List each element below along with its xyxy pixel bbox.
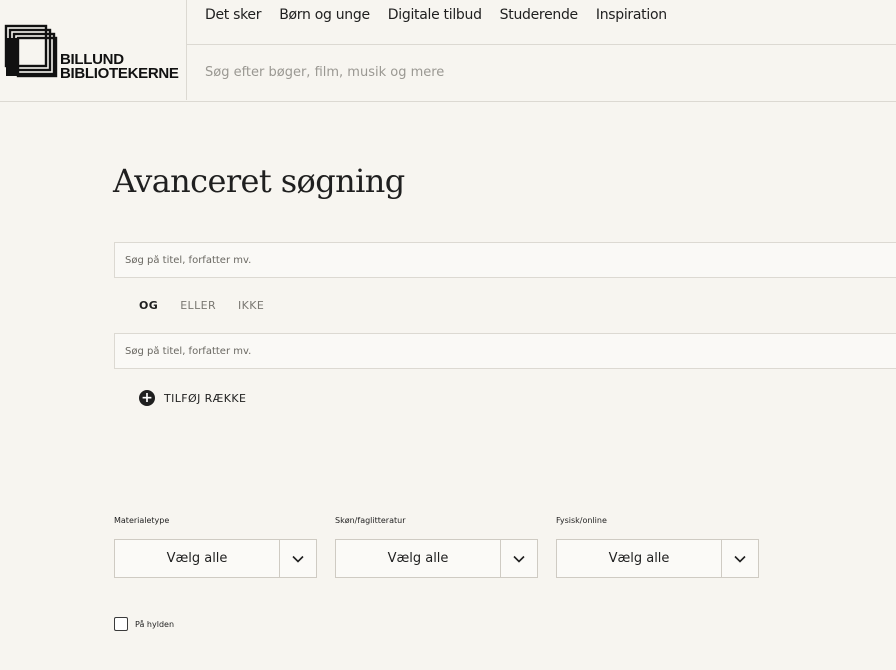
operator-eller[interactable]: ELLER [180, 299, 216, 312]
nav-item-studerende[interactable]: Studerende [500, 7, 578, 23]
library-logo-icon [4, 24, 58, 78]
chevron-down-icon[interactable] [722, 540, 758, 577]
operator-ikke[interactable]: IKKE [238, 299, 264, 312]
logo-text: BILLUND BIBLIOTEKERNE [60, 52, 179, 82]
search-row-1-input[interactable] [125, 252, 825, 268]
filter-materialetype: Materialetype Vælg alle [114, 515, 317, 578]
filter-label: Materialetype [114, 516, 170, 525]
skon-faglitteratur-select[interactable]: Vælg alle [335, 539, 538, 578]
search-row-2-input[interactable] [125, 343, 825, 359]
add-row-button[interactable]: + TILFØJ RÆKKE [139, 390, 246, 406]
on-shelf-option[interactable]: På hylden [114, 617, 174, 631]
page-title: Avanceret søgning [113, 162, 405, 200]
add-row-label: TILFØJ RÆKKE [164, 391, 247, 405]
main-nav: Det sker Børn og unge Digitale tilbud St… [186, 0, 896, 45]
select-value: Vælg alle [115, 540, 280, 577]
on-shelf-checkbox[interactable] [114, 617, 128, 631]
logo[interactable]: BILLUND BIBLIOTEKERNE [0, 0, 187, 100]
fysisk-online-select[interactable]: Vælg alle [556, 539, 759, 578]
chevron-down-icon[interactable] [501, 540, 537, 577]
search-row-2 [114, 333, 896, 369]
select-value: Vælg alle [336, 540, 501, 577]
logo-line-2: BIBLIOTEKERNE [60, 65, 179, 82]
filter-skon-faglitteratur: Skøn/faglitteratur Vælg alle [335, 515, 538, 578]
nav-item-inspiration[interactable]: Inspiration [596, 7, 667, 23]
nav-item-det-sker[interactable]: Det sker [205, 7, 262, 23]
nav-item-born-og-unge[interactable]: Børn og unge [279, 7, 370, 23]
select-value: Vælg alle [557, 540, 722, 577]
filter-fysisk-online: Fysisk/online Vælg alle [556, 515, 759, 578]
on-shelf-label: På hylden [135, 619, 175, 629]
site-search-input[interactable] [205, 61, 805, 83]
filter-label: Fysisk/online [556, 516, 607, 525]
site-header: BILLUND BIBLIOTEKERNE Det sker Børn og u… [0, 0, 896, 102]
search-row-1 [114, 242, 896, 278]
plus-circle-icon: + [139, 390, 155, 406]
filter-label: Skøn/faglitteratur [335, 516, 406, 525]
chevron-down-icon[interactable] [280, 540, 316, 577]
site-search-bar [186, 45, 896, 100]
materialetype-select[interactable]: Vælg alle [114, 539, 317, 578]
operator-selector: OG ELLER IKKE [139, 299, 286, 312]
nav-item-digitale-tilbud[interactable]: Digitale tilbud [388, 7, 482, 23]
operator-og[interactable]: OG [139, 299, 158, 312]
